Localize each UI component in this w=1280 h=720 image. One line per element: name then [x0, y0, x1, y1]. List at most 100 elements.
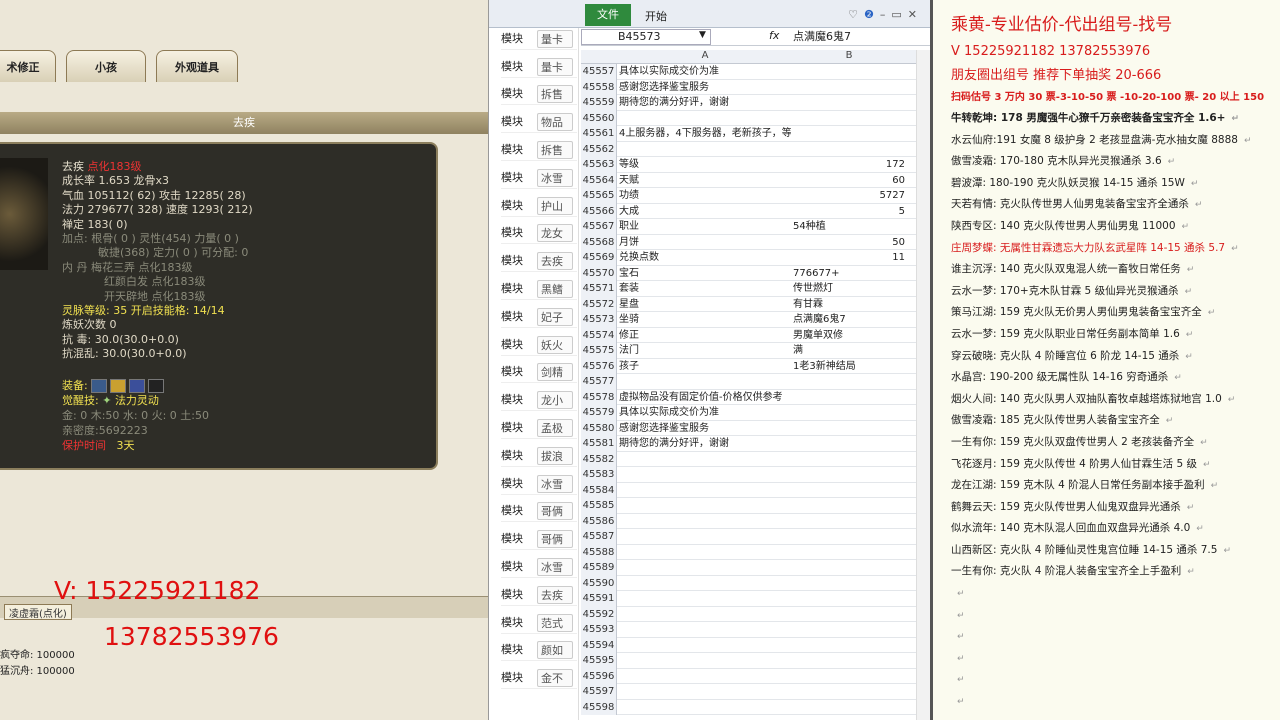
- module-dropdown[interactable]: 去疾: [537, 252, 573, 271]
- row-header[interactable]: 45574: [581, 327, 617, 343]
- row-header[interactable]: 45595: [581, 653, 617, 669]
- cell-b[interactable]: 5727: [793, 188, 905, 204]
- file-tab[interactable]: 文件: [585, 4, 631, 26]
- note-line[interactable]: 云水一梦: 170+克木队甘霖 5 级仙异光灵猴通杀 ↵: [951, 281, 1280, 303]
- module-dropdown[interactable]: 冰雪: [537, 474, 573, 493]
- note-line[interactable]: 一生有你: 克火队 4 阶混人装备宝宝齐全上手盈利 ↵: [951, 561, 1280, 583]
- module-dropdown[interactable]: 孟极: [537, 419, 573, 437]
- formula-input[interactable]: 点满魔6鬼7: [789, 29, 929, 45]
- cell-a[interactable]: 大成: [619, 204, 791, 220]
- row-header[interactable]: 45577: [581, 374, 617, 390]
- equip-slot-icon[interactable]: [91, 379, 108, 393]
- note-line[interactable]: 鹤舞云天: 159 克火队传世男人仙鬼双盘异光通杀 ↵: [951, 497, 1280, 519]
- note-line[interactable]: 山西新区: 克火队 4 阶睡仙灵性鬼宫位睡 14-15 通杀 7.5 ↵: [951, 540, 1280, 562]
- row-header[interactable]: 45582: [581, 451, 617, 467]
- row-header[interactable]: 45558: [581, 79, 617, 95]
- module-dropdown[interactable]: 妃子: [537, 307, 573, 326]
- cell-b[interactable]: 50: [793, 235, 905, 251]
- module-dropdown[interactable]: 去疾: [537, 585, 573, 604]
- row-header[interactable]: 45584: [581, 482, 617, 498]
- row-header[interactable]: 45561: [581, 126, 617, 142]
- row-header[interactable]: 45573: [581, 312, 617, 328]
- module-dropdown[interactable]: 哥俩: [537, 502, 573, 521]
- column-header-b[interactable]: B: [793, 50, 905, 61]
- note-line[interactable]: ↵: [951, 648, 1280, 670]
- module-dropdown[interactable]: 剑精: [537, 363, 573, 382]
- row-header[interactable]: 45580: [581, 420, 617, 436]
- equip-slot-icon[interactable]: [110, 379, 127, 393]
- cell-a[interactable]: 具体以实际成交价为准: [619, 405, 791, 421]
- row-header[interactable]: 45563: [581, 157, 617, 173]
- cell-a[interactable]: 星盘: [619, 297, 791, 313]
- note-line[interactable]: ↵: [951, 691, 1280, 713]
- row-header[interactable]: 45568: [581, 234, 617, 250]
- tab-child[interactable]: 小孩: [66, 50, 146, 82]
- note-line[interactable]: 一生有你: 159 克火队双盘传世男人 2 老孩装备齐全 ↵: [951, 432, 1280, 454]
- row-header[interactable]: 45576: [581, 358, 617, 374]
- cell-b[interactable]: 54种植: [793, 219, 905, 235]
- restore-icon[interactable]: ▭: [891, 8, 907, 21]
- note-line[interactable]: 庄周梦蝶: 无属性甘霖遗忘大力队玄武星阵 14-15 通杀 5.7 ↵: [951, 238, 1280, 260]
- row-header[interactable]: 45562: [581, 141, 617, 157]
- row-header[interactable]: 45597: [581, 684, 617, 700]
- module-dropdown[interactable]: 量卡: [537, 29, 573, 48]
- cell-b[interactable]: 点满魔6鬼7: [793, 312, 905, 328]
- note-line[interactable]: ↵: [951, 626, 1280, 648]
- cell-b[interactable]: 11: [793, 250, 905, 266]
- note-line[interactable]: 水云仙府:191 女魔 8 级护身 2 老孩显盘满-克水抽女魔 8888 ↵: [951, 130, 1280, 152]
- equip-slot-icon[interactable]: [129, 379, 146, 393]
- note-line[interactable]: 傲雪凌霜: 185 克火队传世男人装备宝宝齐全 ↵: [951, 410, 1280, 432]
- row-header[interactable]: 45575: [581, 343, 617, 359]
- cell-b[interactable]: 172: [793, 157, 905, 173]
- row-header[interactable]: 45571: [581, 281, 617, 297]
- module-dropdown[interactable]: 拆售: [537, 85, 573, 104]
- minimize-icon[interactable]: –: [880, 8, 892, 21]
- cell-b[interactable]: 满: [793, 343, 905, 359]
- row-header[interactable]: 45579: [581, 405, 617, 421]
- note-line[interactable]: ↵: [951, 583, 1280, 605]
- module-dropdown[interactable]: 范式: [537, 613, 573, 632]
- module-dropdown[interactable]: 哥俩: [537, 530, 573, 549]
- row-header[interactable]: 45572: [581, 296, 617, 312]
- home-tab[interactable]: 开始: [645, 8, 667, 24]
- cell-b[interactable]: 传世燃灯: [793, 281, 905, 297]
- cell-a[interactable]: 感谢您选择鉴宝服务: [619, 80, 791, 96]
- module-dropdown[interactable]: 量卡: [537, 57, 573, 76]
- row-header[interactable]: 45591: [581, 591, 617, 607]
- cell-b[interactable]: 1老3新神结局: [793, 359, 905, 375]
- row-header[interactable]: 45594: [581, 637, 617, 653]
- tab-correction[interactable]: 术修正: [0, 50, 56, 82]
- column-header-a[interactable]: A: [619, 50, 791, 61]
- close-icon[interactable]: ✕: [908, 8, 923, 21]
- row-header[interactable]: 45557: [581, 64, 617, 80]
- cell-a[interactable]: 兑换点数: [619, 250, 791, 266]
- cell-a[interactable]: 虚拟物品没有固定价值-价格仅供参考: [619, 390, 791, 406]
- row-header[interactable]: 45593: [581, 622, 617, 638]
- note-line[interactable]: 傲雪凌霜: 170-180 克木队异光灵猴通杀 3.6 ↵: [951, 151, 1280, 173]
- note-line[interactable]: 飞花逐月: 159 克火队传世 4 阶男人仙甘霖生活 5 级 ↵: [951, 454, 1280, 476]
- name-box[interactable]: B45573: [581, 29, 711, 45]
- row-header[interactable]: 45566: [581, 203, 617, 219]
- cell-a[interactable]: 具体以实际成交价为准: [619, 64, 791, 80]
- row-header[interactable]: 45587: [581, 529, 617, 545]
- row-header[interactable]: 45565: [581, 188, 617, 204]
- cell-a[interactable]: 孩子: [619, 359, 791, 375]
- note-line[interactable]: 似水流年: 140 克木队混人回血血双盘异光通杀 4.0 ↵: [951, 518, 1280, 540]
- chevron-down-icon[interactable]: ♡: [848, 8, 864, 21]
- cell-a[interactable]: 期待您的满分好评，谢谢: [619, 436, 791, 452]
- module-dropdown[interactable]: 拆售: [537, 141, 573, 159]
- name-box-dropdown-icon[interactable]: ▼: [699, 30, 706, 40]
- note-line[interactable]: 牛转乾坤: 178 男魔强牛心獠千万亲密装备宝宝齐全 1.6+ ↵: [951, 108, 1280, 130]
- module-dropdown[interactable]: 黑鳍: [537, 280, 573, 298]
- row-header[interactable]: 45578: [581, 389, 617, 405]
- cell-a[interactable]: 套装: [619, 281, 791, 297]
- row-header[interactable]: 45564: [581, 172, 617, 188]
- note-line[interactable]: 云水一梦: 159 克火队职业日常任务副本简单 1.6 ↵: [951, 324, 1280, 346]
- cell-b[interactable]: 776677+: [793, 266, 905, 282]
- cell-a[interactable]: 等级: [619, 157, 791, 173]
- note-line[interactable]: 穿云破晓: 克火队 4 阶睡宫位 6 阶龙 14-15 通杀 ↵: [951, 346, 1280, 368]
- module-dropdown[interactable]: 冰雪: [537, 168, 573, 187]
- row-header[interactable]: 45596: [581, 668, 617, 684]
- cell-b[interactable]: 男魔单双修: [793, 328, 905, 344]
- cell-b[interactable]: 有甘霖: [793, 297, 905, 313]
